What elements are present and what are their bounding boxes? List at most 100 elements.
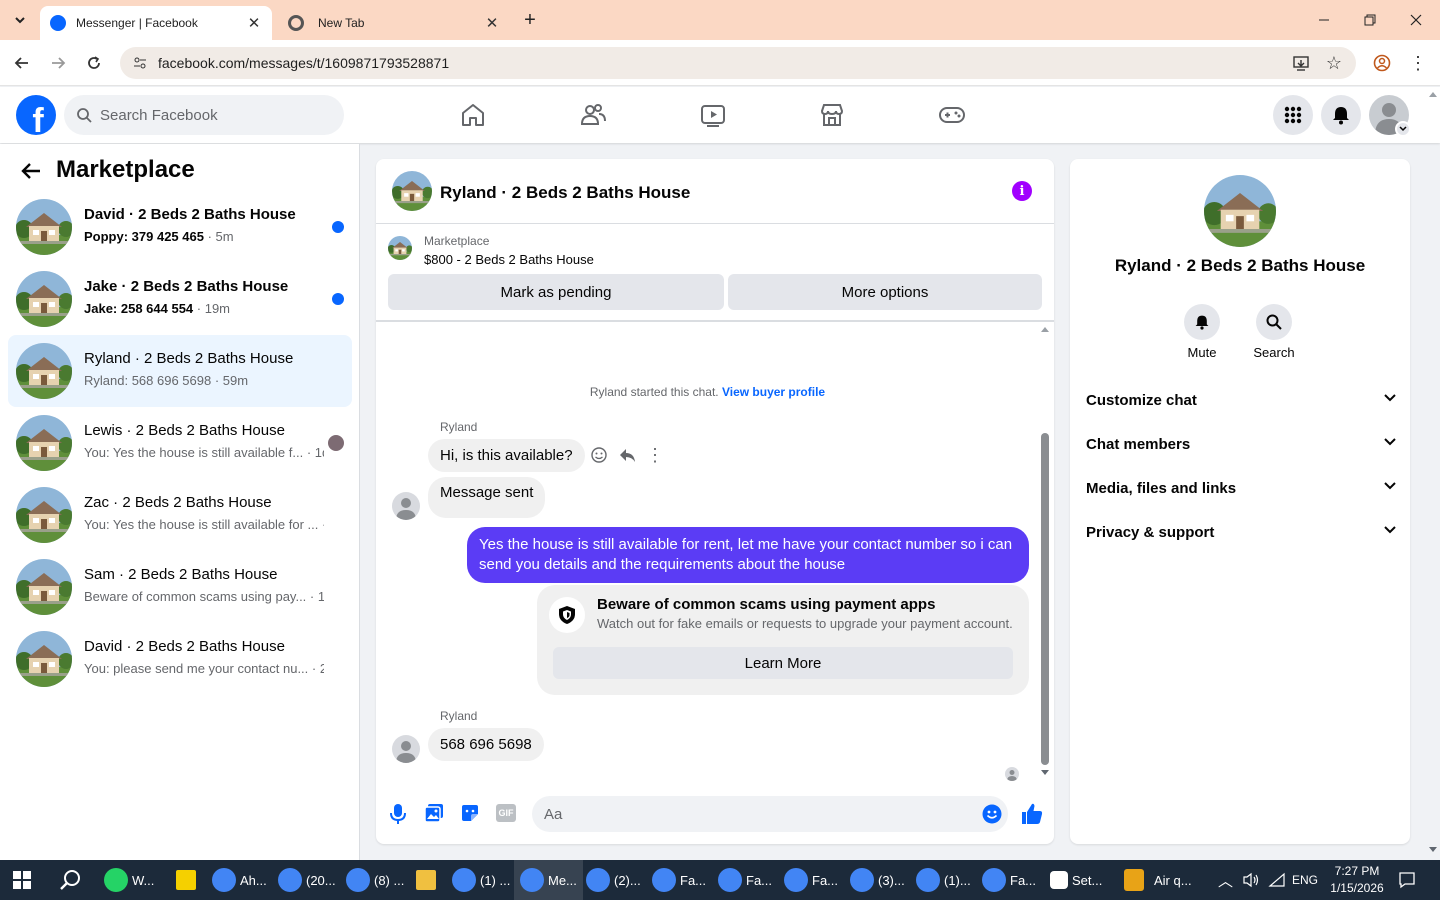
conversation-item[interactable]: Zac · 2 Beds 2 Baths House You: Yes the h… (8, 479, 352, 551)
menu-grid-icon[interactable] (1273, 95, 1313, 135)
scrollbar-thumb[interactable] (1041, 433, 1049, 765)
chat-avatar[interactable] (392, 171, 432, 211)
browser-menu-icon[interactable]: ⋮ (1406, 51, 1430, 75)
taskbar-item[interactable]: (20... (278, 860, 336, 900)
taskbar-search-icon[interactable] (60, 860, 82, 900)
window-close-icon[interactable] (1404, 8, 1428, 32)
facebook-logo-icon[interactable]: f (16, 95, 56, 135)
marketplace-icon[interactable] (818, 101, 846, 129)
language-indicator[interactable]: ENG (1292, 860, 1318, 900)
mark-as-pending-button[interactable]: Mark as pending (388, 274, 724, 310)
taskbar-item[interactable]: Set... (1050, 860, 1102, 900)
weather-widget[interactable]: Air q... (1124, 860, 1192, 900)
scroll-down-icon[interactable] (1040, 769, 1050, 779)
conversation-item[interactable]: David · 2 Beds 2 Baths House You: please … (8, 623, 352, 695)
back-arrow-icon[interactable] (20, 160, 44, 184)
file-explorer-icon[interactable] (416, 860, 436, 900)
clock[interactable]: 7:27 PM 1/15/2026 (1326, 860, 1388, 900)
video-icon[interactable] (699, 101, 727, 129)
conversation-item[interactable]: Sam · 2 Beds 2 Baths House Beware of comm… (8, 551, 352, 623)
listing-thumbnail[interactable] (388, 236, 412, 260)
taskbar-item[interactable]: Fa... (784, 860, 838, 900)
view-buyer-profile-link[interactable]: View buyer profile (722, 385, 825, 399)
customize-chat-section[interactable]: Customize chat (1086, 392, 1396, 409)
taskbar-item[interactable]: (3)... (850, 860, 905, 900)
notifications-bell-icon[interactable] (1321, 95, 1361, 135)
address-bar[interactable]: facebook.com/messages/t/1609871793528871… (120, 47, 1356, 79)
react-emoji-icon[interactable] (590, 446, 608, 464)
scroll-up-icon[interactable] (1040, 325, 1050, 335)
tray-chevron-up-icon[interactable]: ︿ (1218, 860, 1233, 900)
chat-members-section[interactable]: Chat members (1086, 436, 1396, 453)
bookmark-star-icon[interactable]: ☆ (1326, 53, 1342, 74)
ryland-avatar[interactable] (392, 735, 420, 763)
microphone-icon[interactable] (388, 803, 408, 825)
home-icon[interactable] (459, 101, 487, 129)
search-label[interactable]: Search (1244, 345, 1304, 360)
incoming-message[interactable]: 568 696 5698 (428, 728, 544, 761)
forward-arrow-icon[interactable] (46, 51, 70, 75)
conversation-item[interactable]: Lewis · 2 Beds 2 Baths House You: Yes the… (8, 407, 352, 479)
tab-messenger[interactable]: Messenger | Facebook ✕ (40, 6, 272, 40)
search-in-chat-icon[interactable] (1256, 304, 1292, 340)
reload-icon[interactable] (82, 51, 106, 75)
ryland-avatar[interactable] (392, 492, 420, 520)
gaming-icon[interactable] (938, 101, 966, 129)
taskbar-item[interactable]: Fa... (652, 860, 706, 900)
taskbar-item[interactable]: Me... (514, 860, 583, 900)
thumbs-up-icon[interactable] (1020, 802, 1044, 826)
more-actions-icon[interactable]: ⋮ (646, 445, 664, 466)
facebook-search-input[interactable]: Search Facebook (64, 95, 344, 135)
wifi-icon[interactable] (1268, 860, 1286, 900)
taskbar-item[interactable]: W... (104, 860, 154, 900)
more-options-button[interactable]: More options (728, 274, 1042, 310)
site-info-icon[interactable] (132, 55, 148, 71)
taskbar-item[interactable]: Fa... (718, 860, 772, 900)
new-tab-plus-icon[interactable]: + (518, 8, 542, 32)
taskbar-item[interactable]: Fa... (982, 860, 1036, 900)
gif-icon[interactable]: GIF (496, 804, 516, 822)
page-scroll-down-icon[interactable] (1428, 846, 1438, 854)
emoji-icon[interactable] (982, 804, 1002, 824)
taskbar-item[interactable]: (8) ... (346, 860, 404, 900)
taskbar-item[interactable]: (1) ... (452, 860, 510, 900)
tab-search-dropdown-icon[interactable] (8, 10, 32, 30)
minimize-icon[interactable] (1312, 8, 1336, 32)
back-arrow-icon[interactable] (10, 51, 34, 75)
sticky-notes-icon[interactable] (176, 860, 196, 900)
photo-icon[interactable] (424, 803, 444, 823)
friends-icon[interactable] (579, 101, 607, 129)
conversation-item[interactable]: Ryland · 2 Beds 2 Baths House Ryland: 568… (8, 335, 352, 407)
incoming-message[interactable]: Message sent (428, 477, 546, 518)
mute-bell-icon[interactable] (1184, 304, 1220, 340)
sticker-icon[interactable] (460, 803, 480, 823)
restore-icon[interactable] (1358, 8, 1382, 32)
media-files-links-section[interactable]: Media, files and links (1086, 480, 1396, 497)
tab-close-icon[interactable]: ✕ (484, 14, 500, 32)
incoming-message[interactable]: Hi, is this available? (428, 439, 585, 472)
volume-icon[interactable] (1242, 860, 1260, 900)
mute-label[interactable]: Mute (1172, 345, 1232, 360)
chat-title[interactable]: Ryland · 2 Beds 2 Baths House (440, 183, 690, 203)
page-scroll-up-icon[interactable] (1428, 90, 1438, 98)
privacy-support-section[interactable]: Privacy & support (1086, 524, 1396, 541)
windows-start-icon[interactable] (12, 860, 32, 900)
listing-title[interactable]: $800 - 2 Beds 2 Baths House (424, 252, 594, 267)
profile-icon[interactable] (1370, 51, 1394, 75)
taskbar-item[interactable]: (2)... (586, 860, 641, 900)
install-app-icon[interactable] (1292, 54, 1310, 72)
taskbar-item[interactable]: (1)... (916, 860, 971, 900)
notification-center-icon[interactable] (1398, 860, 1416, 900)
tab-new-tab[interactable]: New Tab ✕ (278, 6, 510, 40)
conversation-item[interactable]: David · 2 Beds 2 Baths House Poppy: 379 4… (8, 191, 352, 263)
info-icon[interactable]: i (1012, 181, 1032, 201)
contact-avatar[interactable] (1204, 175, 1276, 247)
account-chevron-icon[interactable] (1395, 121, 1411, 137)
tab-close-icon[interactable]: ✕ (246, 14, 262, 32)
message-input[interactable]: Aa (532, 796, 1008, 832)
taskbar-item[interactable]: Ah... (212, 860, 267, 900)
learn-more-button[interactable]: Learn More (553, 647, 1013, 679)
conversation-item[interactable]: Jake · 2 Beds 2 Baths House Jake: 258 644… (8, 263, 352, 335)
outgoing-message[interactable]: Yes the house is still available for ren… (467, 527, 1029, 583)
reply-icon[interactable] (618, 446, 636, 464)
